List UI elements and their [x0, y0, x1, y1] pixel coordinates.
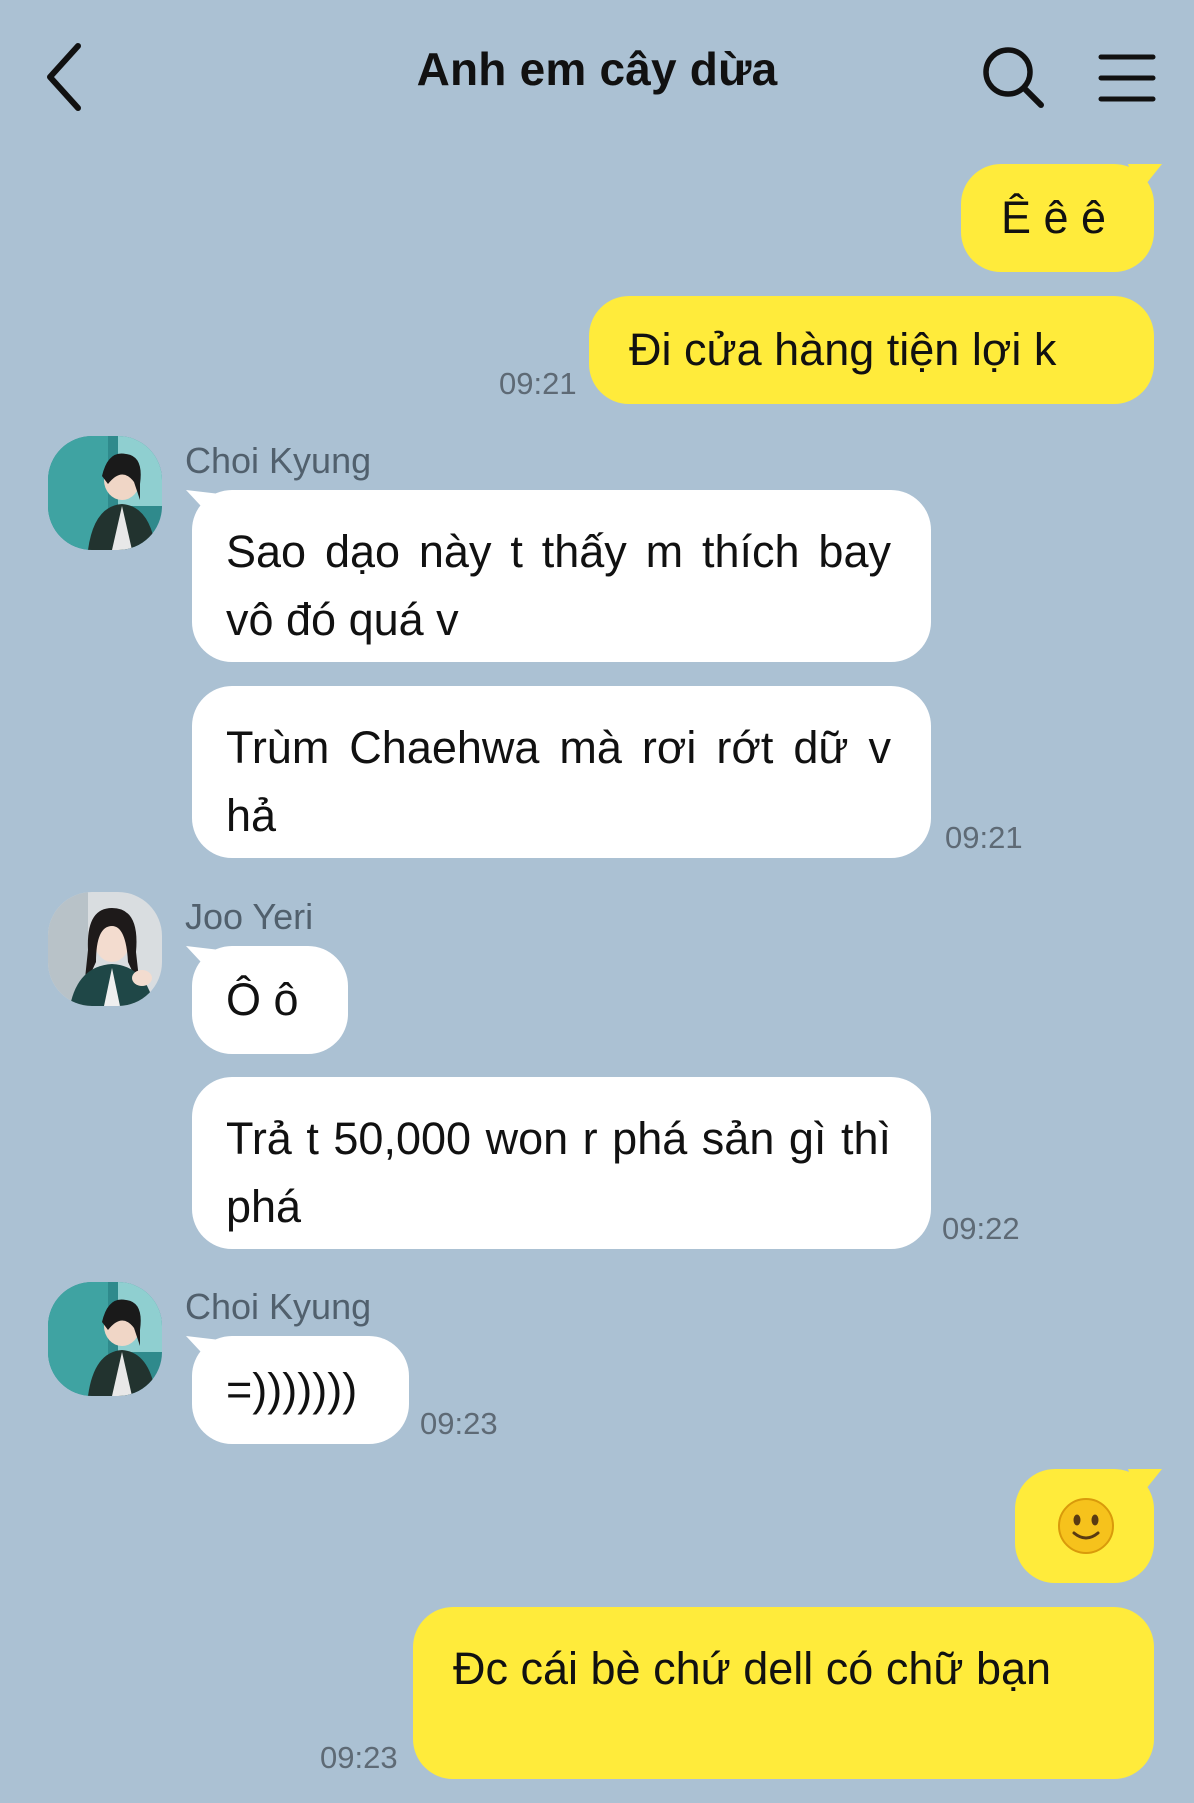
avatar-image — [48, 892, 162, 1006]
menu-button[interactable] — [1098, 52, 1156, 104]
message-text: Sao dạo này t thấy m thích bay vô đó quá… — [226, 526, 891, 645]
message-text: =))))))) — [226, 1364, 358, 1415]
received-bubble[interactable]: Ô ô — [192, 946, 348, 1054]
bubble-tail — [1128, 164, 1162, 194]
sent-bubble[interactable]: Đi cửa hàng tiện lợi k — [589, 296, 1154, 404]
avatar-image — [48, 436, 162, 550]
sender-name: Choi Kyung — [185, 440, 372, 481]
search-icon — [983, 47, 1044, 108]
avatar-image — [48, 1282, 162, 1396]
sender-name: Joo Yeri — [185, 896, 314, 937]
avatar-choi-kyung[interactable] — [48, 1282, 162, 1396]
message-text: Đc cái bè chứ dell có chữ bạn — [453, 1643, 1052, 1694]
avatar-joo-yeri[interactable] — [48, 892, 162, 1006]
sent-bubble[interactable]: Ê ê ê — [961, 164, 1154, 272]
hamburger-menu-icon — [1098, 54, 1156, 102]
message-text: Trùm Chaehwa mà rơi rớt dữ v hả — [226, 722, 891, 841]
message-text: Trả t 50,000 won r phá sản gì thì phá — [226, 1113, 891, 1232]
sender-name: Choi Kyung — [185, 1286, 372, 1327]
bubble-tail — [1128, 1469, 1162, 1499]
message-timestamp: 09:21 — [945, 820, 1023, 855]
message-timestamp: 09:22 — [942, 1211, 1020, 1246]
message-timestamp: 09:23 — [420, 1406, 498, 1441]
received-bubble[interactable]: Trả t 50,000 won r phá sản gì thì phá — [192, 1077, 931, 1249]
avatar-choi-kyung[interactable] — [48, 436, 162, 550]
received-bubble[interactable]: =))))))) — [192, 1336, 409, 1444]
search-button[interactable] — [980, 44, 1046, 110]
message-text: Đi cửa hàng tiện lợi k — [629, 324, 1057, 375]
received-bubble[interactable]: Sao dạo này t thấy m thích bay vô đó quá… — [192, 490, 931, 662]
message-text: Ê ê ê — [1001, 192, 1107, 243]
received-bubble[interactable]: Trùm Chaehwa mà rơi rớt dữ v hả — [192, 686, 931, 858]
message-timestamp: 09:21 — [499, 366, 577, 401]
sent-bubble[interactable]: Đc cái bè chứ dell có chữ bạn — [413, 1607, 1154, 1779]
slightly-smiling-face-emoji — [1058, 1498, 1114, 1554]
message-text: Ô ô — [226, 974, 299, 1025]
message-timestamp: 09:23 — [320, 1740, 398, 1775]
